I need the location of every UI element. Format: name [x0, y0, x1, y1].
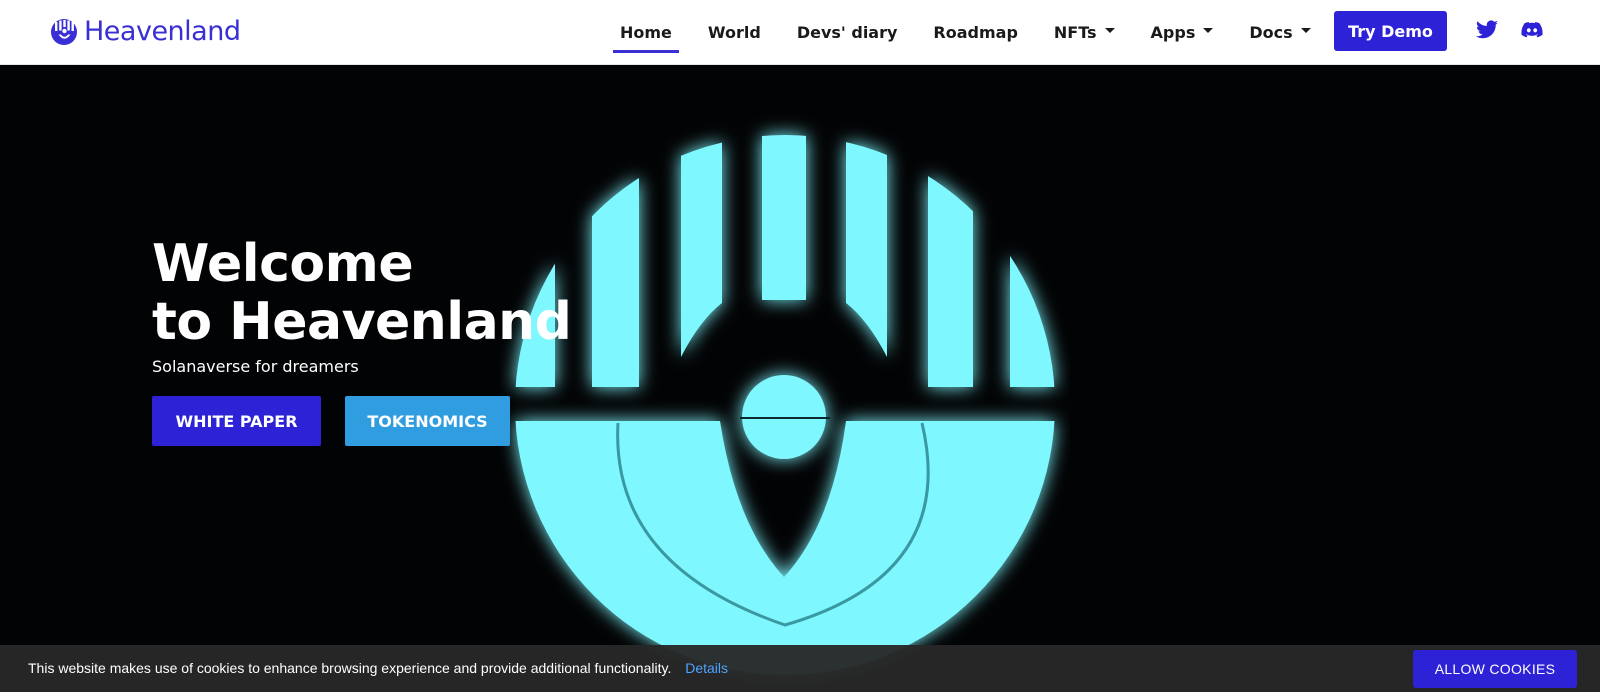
top-navbar: Heavenland Home World Devs' diary Roadma…: [0, 0, 1600, 65]
caret-down-icon: [1104, 27, 1115, 33]
hero-title: Welcome to Heavenland: [152, 234, 572, 352]
cookie-message: This website makes use of cookies to enh…: [28, 660, 728, 676]
hero-title-line2: to Heavenland: [152, 292, 572, 352]
try-demo-button[interactable]: Try Demo: [1334, 11, 1447, 51]
nav-world-label: World: [707, 22, 761, 42]
main-nav: Home World Devs' diary Roadmap NFTs Apps…: [613, 0, 1347, 64]
brand-logo-link[interactable]: Heavenland: [50, 16, 241, 47]
heavenland-emblem-graphic: [515, 135, 1055, 675]
caret-down-icon: [1300, 27, 1311, 33]
hero-subtitle: Solanaverse for dreamers: [152, 357, 359, 376]
nav-nfts-dropdown[interactable]: NFTs: [1054, 0, 1115, 64]
tokenomics-button[interactable]: TOKENOMICS: [345, 396, 510, 446]
cookie-message-text: This website makes use of cookies to enh…: [28, 660, 672, 676]
nav-world[interactable]: World: [708, 0, 761, 64]
caret-down-icon: [1203, 27, 1214, 33]
nav-devs-diary[interactable]: Devs' diary: [797, 0, 898, 64]
nav-home[interactable]: Home: [613, 0, 679, 64]
hero-section: Welcome to Heavenland Solanaverse for dr…: [0, 65, 1600, 692]
brand-name: Heavenland: [84, 16, 241, 47]
heavenland-logo-icon: [51, 19, 77, 45]
nav-nfts-label: NFTs: [1053, 22, 1097, 42]
allow-cookies-button[interactable]: ALLOW COOKIES: [1413, 650, 1577, 688]
twitter-icon[interactable]: [1475, 18, 1499, 42]
nav-roadmap-label: Roadmap: [933, 22, 1018, 42]
hero-text-block: Welcome to Heavenland Solanaverse for dr…: [152, 234, 572, 446]
nav-roadmap[interactable]: Roadmap: [933, 0, 1017, 64]
nav-apps-label: Apps: [1150, 22, 1196, 42]
nav-devs-diary-label: Devs' diary: [796, 22, 898, 42]
cookie-consent-bar: This website makes use of cookies to enh…: [0, 645, 1600, 692]
white-paper-button[interactable]: WHITE PAPER: [152, 396, 321, 446]
nav-apps-dropdown[interactable]: Apps: [1151, 0, 1214, 64]
nav-home-label: Home: [620, 22, 672, 42]
nav-docs-label: Docs: [1249, 22, 1293, 42]
hero-title-line1: Welcome: [152, 234, 414, 294]
discord-icon[interactable]: [1520, 18, 1544, 42]
nav-docs-dropdown[interactable]: Docs: [1249, 0, 1311, 64]
hero-buttons: WHITE PAPER TOKENOMICS: [152, 396, 571, 446]
cookie-details-link[interactable]: Details: [685, 660, 728, 676]
